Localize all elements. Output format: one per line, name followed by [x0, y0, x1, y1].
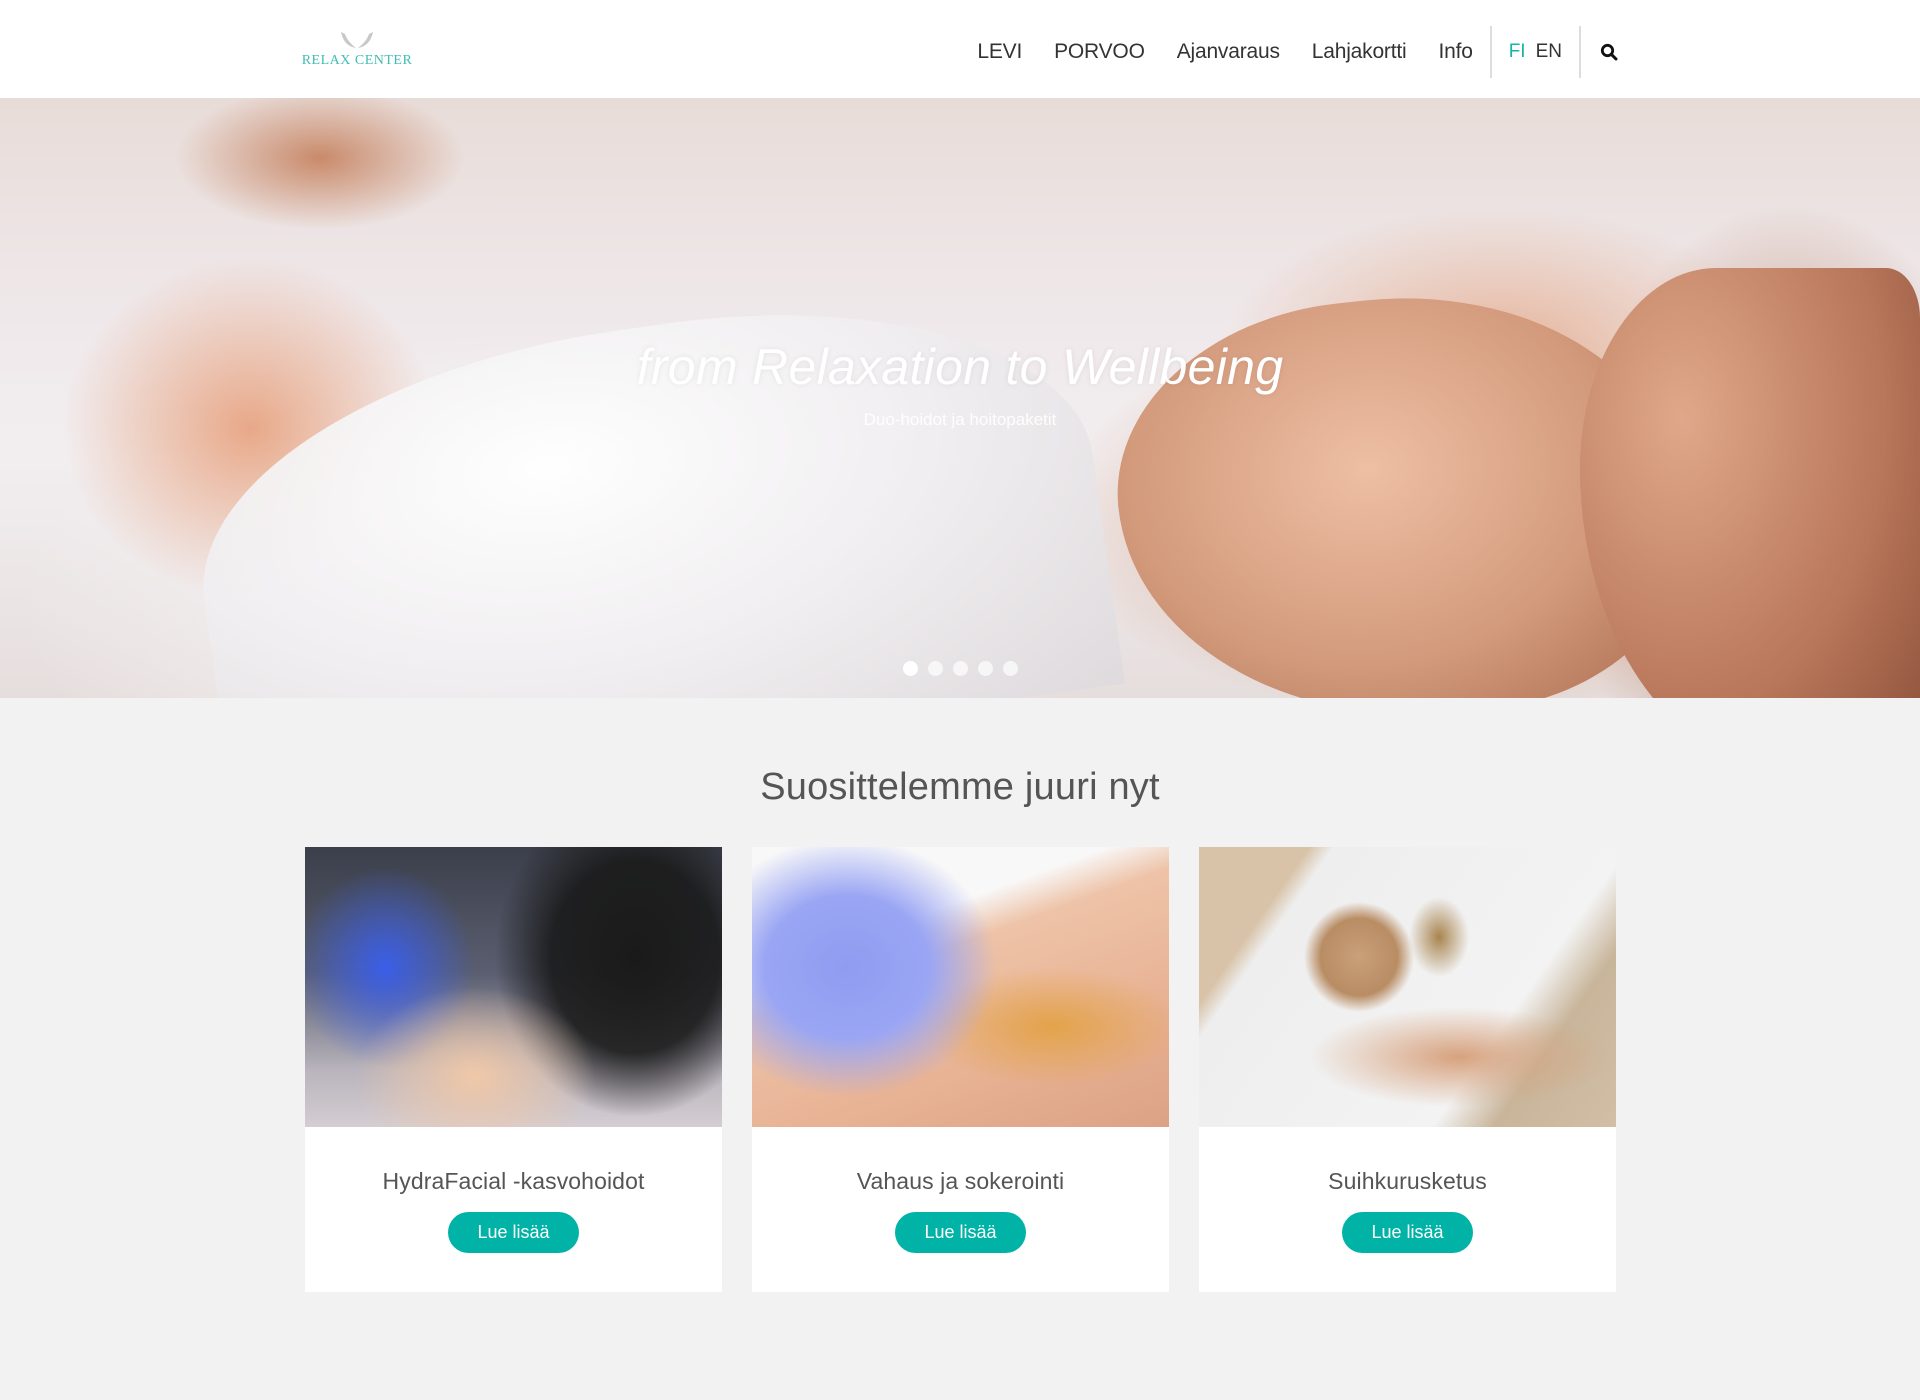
search-icon [1600, 43, 1618, 61]
hero-caption: from Relaxation to Wellbeing Duo-hoidot … [0, 338, 1920, 430]
card-image[interactable] [305, 847, 722, 1127]
nav-item-lahjakortti[interactable]: Lahjakortti [1312, 40, 1407, 64]
hero-slider: from Relaxation to Wellbeing Duo-hoidot … [0, 98, 1920, 698]
card-waxing: Vahaus ja sokerointi Lue lisää [752, 847, 1169, 1292]
card-image[interactable] [752, 847, 1169, 1127]
read-more-button[interactable]: Lue lisää [448, 1212, 579, 1253]
hero-image-hand [1580, 268, 1920, 698]
section-title: Suosittelemme juuri nyt [760, 766, 1160, 808]
card-title: Vahaus ja sokerointi [856, 1168, 1065, 1194]
site-header: RELAX CENTER LEVI PORVOO Ajanvaraus Lahj… [0, 0, 1920, 98]
main-nav: LEVI PORVOO Ajanvaraus Lahjakortti Info … [977, 26, 1620, 78]
slider-pagination [0, 661, 1920, 676]
slider-dot-4[interactable] [977, 661, 993, 676]
language-en[interactable]: EN [1536, 41, 1562, 63]
slider-dot-2[interactable] [927, 661, 943, 676]
nav-item-ajanvaraus[interactable]: Ajanvaraus [1177, 40, 1280, 64]
hero-title: from Relaxation to Wellbeing [636, 339, 1284, 395]
wings-logo-icon [341, 32, 373, 48]
slider-dot-3[interactable] [952, 661, 968, 676]
card-hydrafacial: HydraFacial -kasvohoidot Lue lisää [305, 847, 722, 1292]
card-title: Suihkurusketus [1328, 1168, 1487, 1194]
nav-item-levi[interactable]: LEVI [977, 40, 1022, 64]
card-spray-tan: Suihkurusketus Lue lisää [1199, 847, 1616, 1292]
nav-item-porvoo[interactable]: PORVOO [1054, 40, 1145, 64]
search-button[interactable] [1598, 41, 1620, 63]
nav-divider [1489, 26, 1492, 78]
slider-dot-5[interactable] [1002, 661, 1018, 676]
card-title: HydraFacial -kasvohoidot [382, 1168, 645, 1194]
nav-divider [1579, 26, 1581, 78]
logo[interactable]: RELAX CENTER [302, 30, 412, 72]
logo-text: RELAX CENTER [301, 53, 413, 68]
nav-item-info[interactable]: Info [1438, 40, 1472, 64]
read-more-button[interactable]: Lue lisää [895, 1212, 1026, 1253]
card-image[interactable] [1199, 847, 1616, 1127]
read-more-button[interactable]: Lue lisää [1342, 1212, 1473, 1253]
hero-image-towel [175, 267, 1125, 698]
hero-subtitle[interactable]: Duo-hoidot ja hoitopaketit [0, 410, 1920, 430]
recommendation-cards: HydraFacial -kasvohoidot Lue lisää Vahau… [305, 847, 1616, 1292]
slider-dot-1[interactable] [902, 661, 918, 676]
language-fi[interactable]: FI [1509, 41, 1526, 63]
